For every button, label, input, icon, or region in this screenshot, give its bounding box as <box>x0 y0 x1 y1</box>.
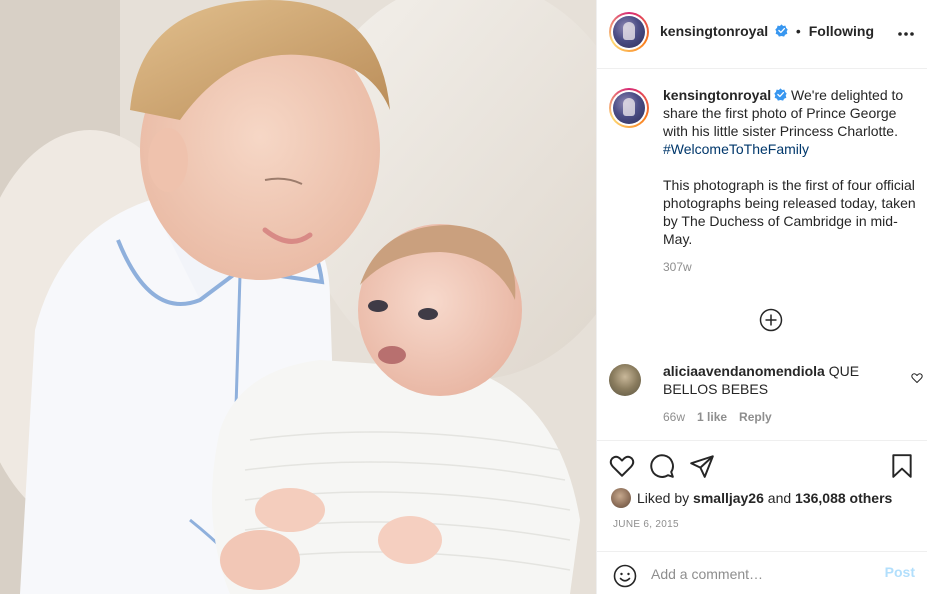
following-button[interactable]: Following <box>809 23 874 39</box>
header-user-row: kensingtonroyal • Following <box>660 23 874 39</box>
author-username[interactable]: kensingtonroyal <box>660 23 768 39</box>
likes-others-count[interactable]: 136,088 others <box>795 490 892 506</box>
comment-timestamp[interactable]: 66w <box>663 410 685 424</box>
caption-hashtag[interactable]: #WelcomeToTheFamily <box>663 141 809 157</box>
commenter-username[interactable]: aliciaavendanomendiola <box>663 363 825 379</box>
instagram-post: kensingtonroyal • Following kensingtonro… <box>0 0 927 594</box>
add-comment-bar: Post <box>597 551 927 594</box>
action-icons-bar <box>609 453 920 479</box>
bookmark-icon[interactable] <box>889 453 915 479</box>
likes-summary: Liked by smalljay26 and 136,088 others <box>611 488 892 508</box>
smiley-icon[interactable] <box>613 564 637 588</box>
post-date[interactable]: June 6, 2015 <box>613 519 679 530</box>
commenter-avatar[interactable] <box>609 364 641 396</box>
comment-item: aliciaavendanomendiola QUE BELLOS BEBES … <box>609 362 923 424</box>
caption-timestamp[interactable]: 307w <box>663 260 919 274</box>
post-comment-button[interactable]: Post <box>885 564 915 580</box>
verified-badge-icon <box>774 88 787 101</box>
caption-paragraph-2: This photograph is the first of four off… <box>663 177 916 247</box>
post-header: kensingtonroyal • Following <box>597 0 927 69</box>
load-more-comments-icon[interactable] <box>759 308 783 332</box>
post-side-panel: kensingtonroyal • Following kensingtonro… <box>596 0 927 594</box>
separator-dot: • <box>795 23 801 39</box>
add-comment-input[interactable] <box>651 562 871 586</box>
comment-heart-icon[interactable] <box>911 372 923 384</box>
likes-and-label: and <box>767 490 792 506</box>
liker-avatar[interactable] <box>611 488 631 508</box>
comment-text: aliciaavendanomendiola QUE BELLOS BEBES <box>663 362 893 398</box>
author-avatar[interactable] <box>609 12 649 52</box>
post-photo[interactable] <box>0 0 596 594</box>
comment-likes-count[interactable]: 1 like <box>697 410 727 424</box>
liker-username[interactable]: smalljay26 <box>693 490 764 506</box>
comment-meta: 66w 1 like Reply <box>663 410 919 424</box>
post-caption: kensingtonroyal We're delighted to share… <box>609 86 919 274</box>
caption-author-avatar[interactable] <box>609 88 649 128</box>
liked-by-label: Liked by <box>637 490 690 506</box>
caption-text: kensingtonroyal We're delighted to share… <box>663 86 919 248</box>
paper-plane-icon[interactable] <box>689 453 715 479</box>
post-actions-section: Liked by smalljay26 and 136,088 others J… <box>597 440 927 594</box>
caption-username[interactable]: kensingtonroyal <box>663 87 771 103</box>
comment-reply-button[interactable]: Reply <box>739 410 772 424</box>
photo-illustration <box>0 0 596 594</box>
more-options-icon[interactable] <box>896 24 916 44</box>
comment-bubble-icon[interactable] <box>649 453 675 479</box>
heart-icon[interactable] <box>609 453 635 479</box>
verified-badge-icon <box>775 24 788 37</box>
